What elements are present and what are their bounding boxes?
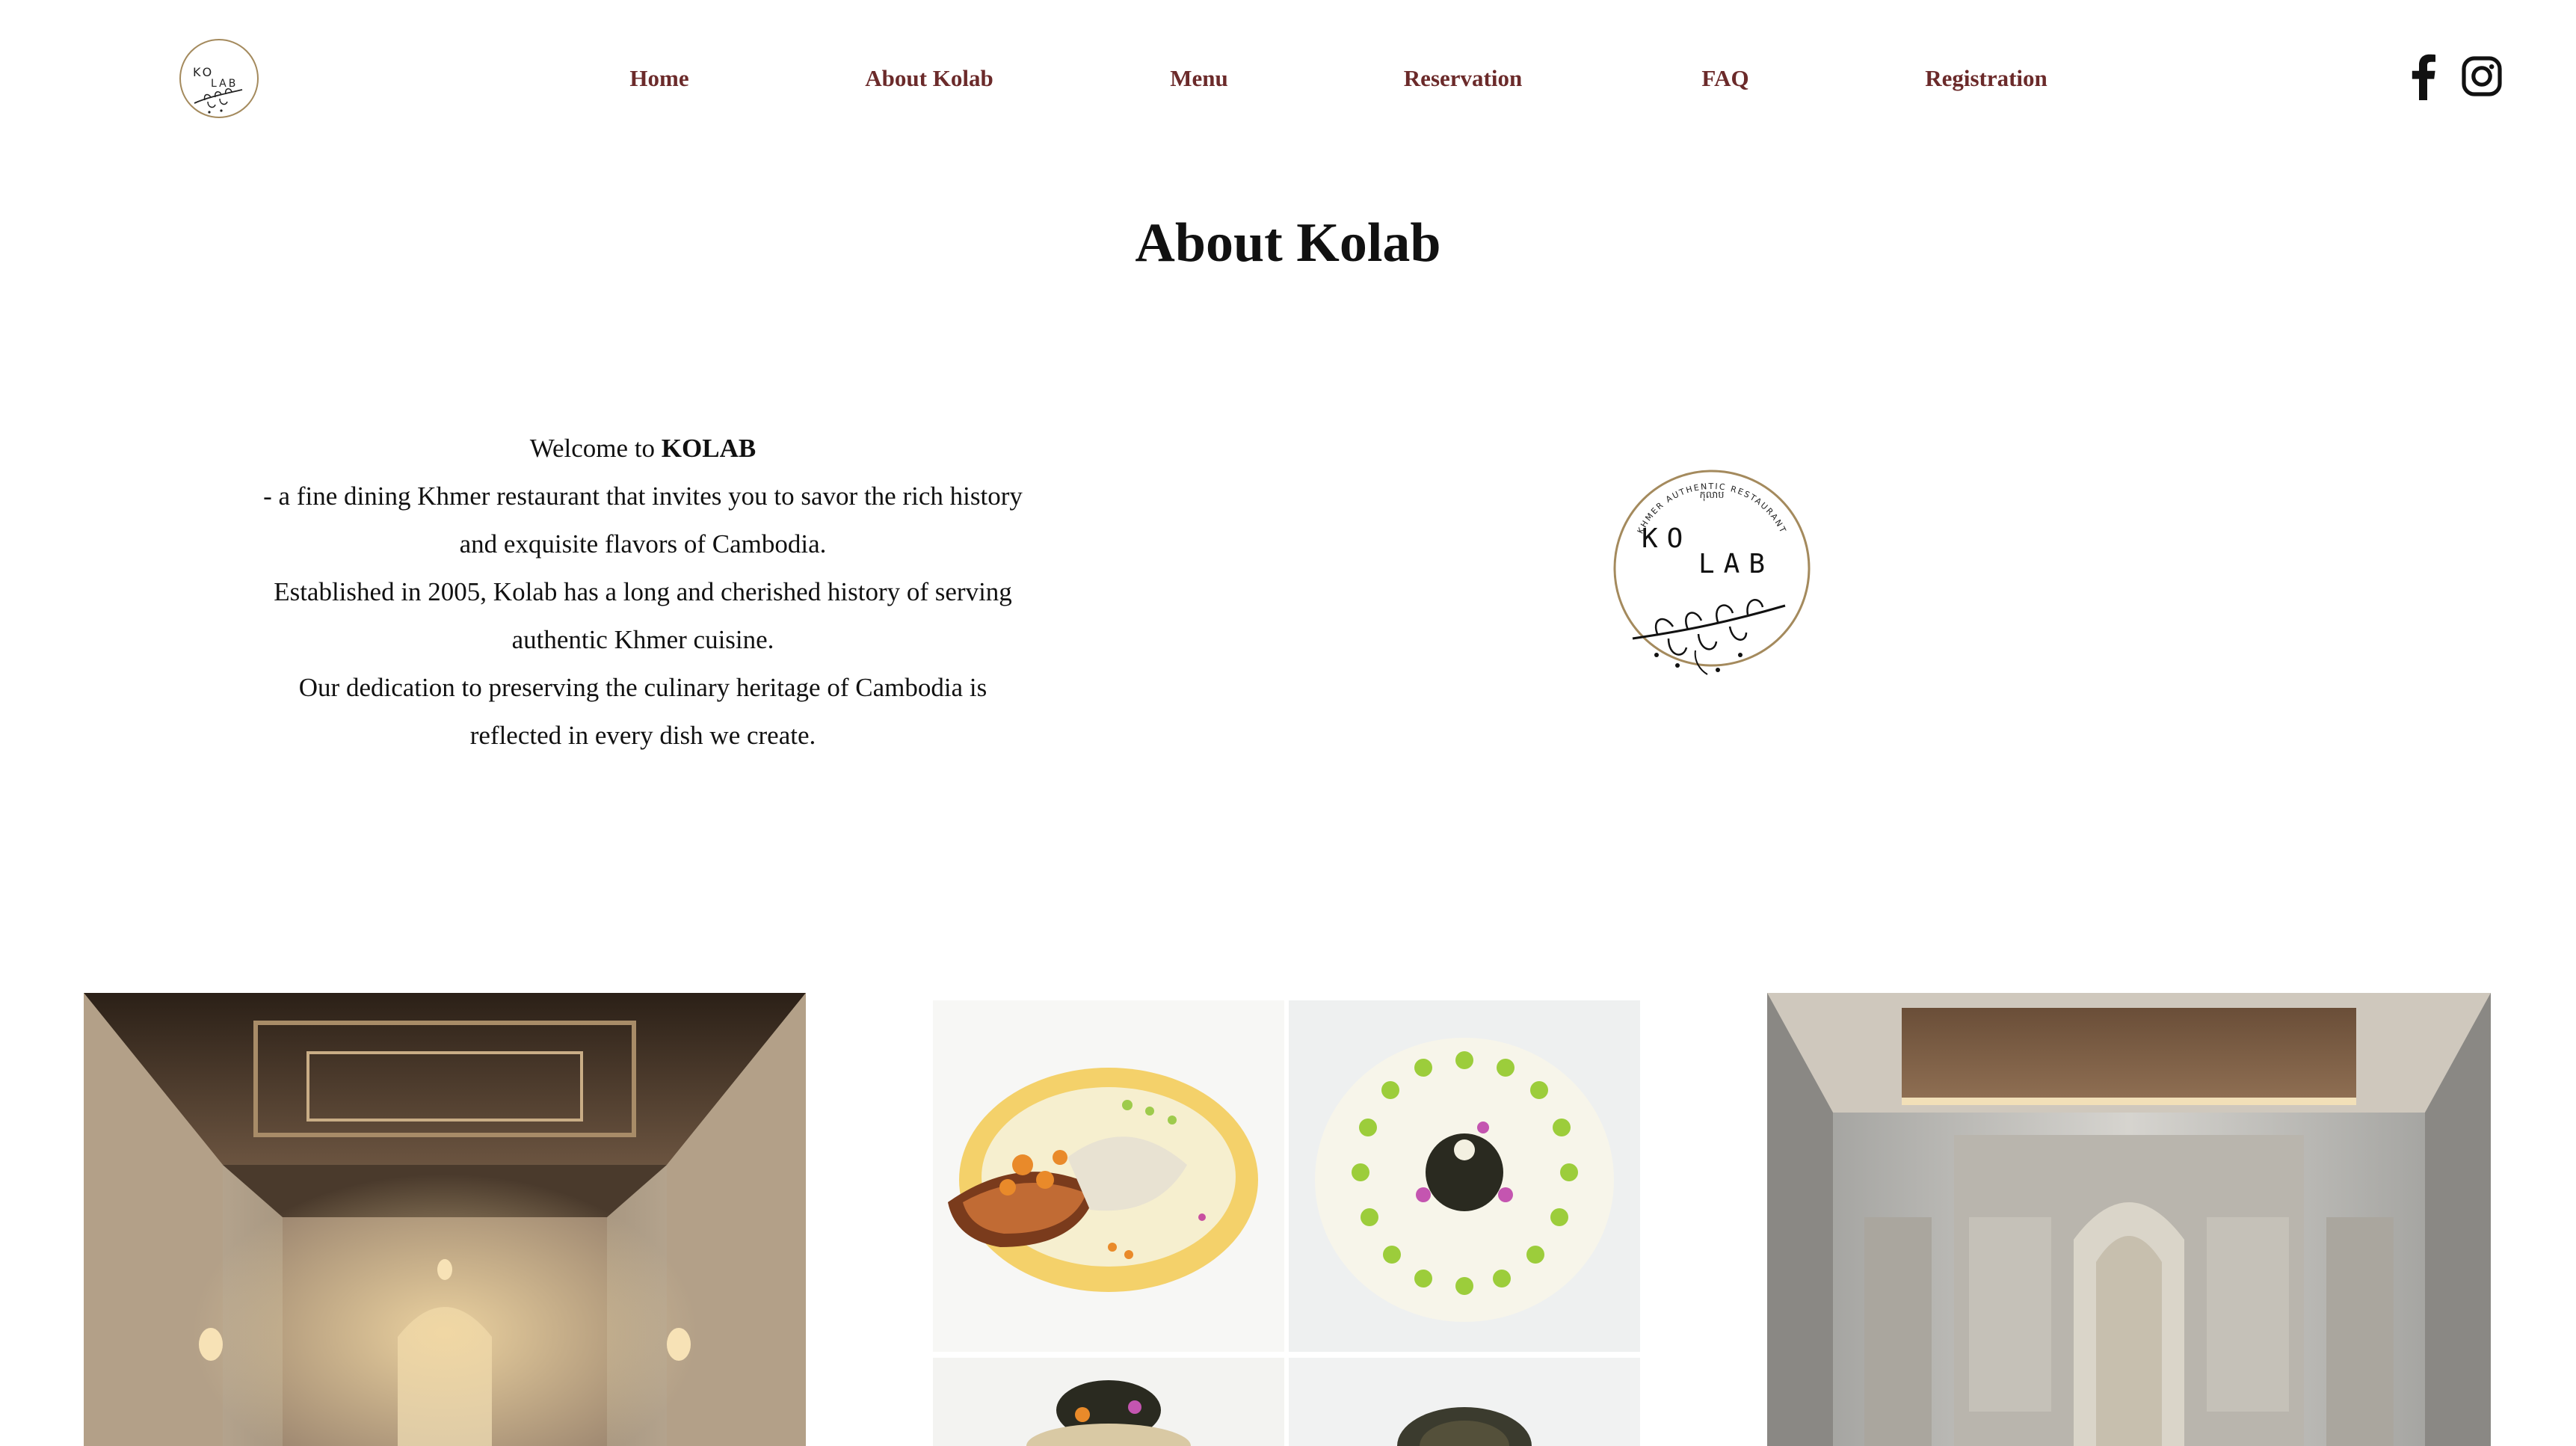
dish-caviar-image [1289, 1000, 1640, 1352]
emblem-khmer-text: កុលាប [1699, 490, 1724, 502]
nav-faq[interactable]: FAQ [1701, 45, 1748, 112]
logo-text-bottom: LAB [211, 78, 238, 90]
nav-about-kolab[interactable]: About Kolab [865, 45, 993, 112]
nav-reservation[interactable]: Reservation [1404, 45, 1522, 112]
kolab-emblem-icon: KHMER AUTHENTIC RESTAURANT កុលាប KO LAB [1613, 470, 1811, 675]
kolab-logo-icon: KO LAB [179, 39, 259, 118]
nav-menu[interactable]: Menu [1170, 45, 1228, 112]
banquet-hall-image [1767, 993, 2491, 1446]
intro-line-3: Our dedication to preserving the culinar… [298, 673, 987, 750]
site-header: KO LAB Home About Kolab Menu Reservation… [0, 0, 2576, 157]
nav-home[interactable]: Home [629, 45, 688, 112]
page-title: About Kolab [1135, 212, 1441, 274]
intro-line-2: Established in 2005, Kolab has a long an… [274, 577, 1012, 654]
kolab-emblem: KHMER AUTHENTIC RESTAURANT កុលាប KO LAB [1606, 459, 1818, 683]
dish-third-image [933, 1358, 1284, 1446]
welcome-brand: KOLAB [661, 434, 757, 463]
dining-hall-image [84, 993, 806, 1446]
facebook-icon [2412, 54, 2435, 100]
intro-text: Welcome to KOLAB - a fine dining Khmer r… [254, 425, 1032, 760]
main-nav: Home About Kolab Menu Reservation FAQ Re… [523, 45, 2317, 112]
intro-line-1: - a fine dining Khmer restaurant that in… [263, 482, 1023, 559]
instagram-icon [2462, 56, 2502, 96]
dish-fish-image [933, 1000, 1284, 1352]
nav-registration[interactable]: Registration [1925, 45, 2047, 112]
emblem-text-bottom: LAB [1698, 549, 1774, 579]
emblem-text-top: KO [1642, 523, 1692, 554]
page: KO LAB Home About Kolab Menu Reservation… [0, 0, 2576, 1446]
header-logo[interactable]: KO LAB [178, 37, 260, 120]
instagram-link[interactable] [2459, 52, 2504, 100]
facebook-link[interactable] [2403, 52, 2441, 100]
welcome-line: Welcome to KOLAB [254, 425, 1032, 473]
welcome-prefix: Welcome to [529, 434, 662, 463]
dish-fourth-image [1289, 1358, 1640, 1446]
